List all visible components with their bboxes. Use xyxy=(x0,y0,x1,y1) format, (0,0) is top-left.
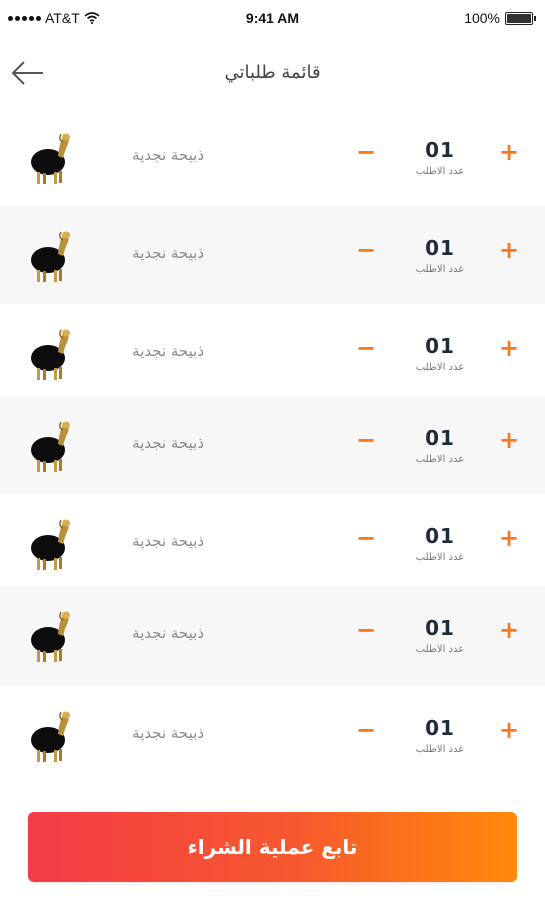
sheep-image xyxy=(31,133,70,184)
quantity-label: عدد الاطلب xyxy=(415,744,465,755)
increase-quantity-button[interactable]: + xyxy=(495,334,523,362)
order-item: ذبيحة نجدية − 01 عدد الاطلب + xyxy=(0,396,545,494)
sheep-image xyxy=(31,519,70,570)
order-item: ذبيحة نجدية − 01 عدد الاطلب + xyxy=(0,206,545,304)
quantity-value: 01 xyxy=(425,334,455,358)
quantity-value: 01 xyxy=(425,426,455,450)
decrease-quantity-button[interactable]: − xyxy=(352,616,380,644)
battery-level xyxy=(507,13,531,23)
sheep-image xyxy=(31,711,70,762)
quantity-label: عدد الاطلب xyxy=(415,264,465,275)
battery-icon xyxy=(505,11,536,25)
increase-quantity-button[interactable]: + xyxy=(495,716,523,744)
decrease-quantity-button[interactable]: − xyxy=(352,236,380,264)
product-name: ذبيحة نجدية xyxy=(132,724,204,742)
product-name: ذبيحة نجدية xyxy=(132,244,204,262)
quantity-value: 01 xyxy=(425,138,455,162)
quantity-label: عدد الاطلب xyxy=(415,552,465,563)
increase-quantity-button[interactable]: + xyxy=(495,138,523,166)
quantity-value: 01 xyxy=(425,236,455,260)
increase-quantity-button[interactable]: + xyxy=(495,236,523,264)
battery-percent: 100% xyxy=(464,10,500,26)
quantity-value: 01 xyxy=(425,524,455,548)
product-name: ذبيحة نجدية xyxy=(132,624,204,642)
product-name: ذبيحة نجدية xyxy=(132,434,204,452)
status-bar: AT&T 9:41 AM 100% xyxy=(0,0,545,38)
order-item: ذبيحة نجدية − 01 عدد الاطلب + xyxy=(0,304,545,396)
order-item: ذبيحة نجدية − 01 عدد الاطلب + xyxy=(0,494,545,586)
sheep-image xyxy=(31,611,70,662)
quantity-label: عدد الاطلب xyxy=(415,644,465,655)
quantity-label: عدد الاطلب xyxy=(415,362,465,373)
product-name: ذبيحة نجدية xyxy=(132,146,204,164)
increase-quantity-button[interactable]: + xyxy=(495,524,523,552)
quantity-label: عدد الاطلب xyxy=(415,166,465,177)
order-item: ذبيحة نجدية − 01 عدد الاطلب + xyxy=(0,686,545,784)
sheep-image xyxy=(31,421,70,472)
order-item: ذبيحة نجدية − 01 عدد الاطلب + xyxy=(0,108,545,206)
app-header: قائمة طلباتي xyxy=(0,40,545,108)
increase-quantity-button[interactable]: + xyxy=(495,616,523,644)
product-name: ذبيحة نجدية xyxy=(132,532,204,550)
decrease-quantity-button[interactable]: − xyxy=(352,138,380,166)
order-item: ذبيحة نجدية − 01 عدد الاطلب + xyxy=(0,586,545,686)
product-name: ذبيحة نجدية xyxy=(132,342,204,360)
decrease-quantity-button[interactable]: − xyxy=(352,524,380,552)
quantity-value: 01 xyxy=(425,616,455,640)
increase-quantity-button[interactable]: + xyxy=(495,426,523,454)
sheep-image xyxy=(31,231,70,282)
quantity-label: عدد الاطلب xyxy=(415,454,465,465)
decrease-quantity-button[interactable]: − xyxy=(352,716,380,744)
decrease-quantity-button[interactable]: − xyxy=(352,334,380,362)
checkout-button[interactable]: تابع عملية الشراء xyxy=(28,812,517,882)
order-list: ذبيحة نجدية − 01 عدد الاطلب + ذبيحة نجدي… xyxy=(0,108,545,784)
battery-info: 100% xyxy=(464,10,536,26)
decrease-quantity-button[interactable]: − xyxy=(352,426,380,454)
page-title: قائمة طلباتي xyxy=(224,62,321,83)
sheep-image xyxy=(31,329,70,380)
checkout-button-label: تابع عملية الشراء xyxy=(187,835,358,859)
quantity-value: 01 xyxy=(425,716,455,740)
